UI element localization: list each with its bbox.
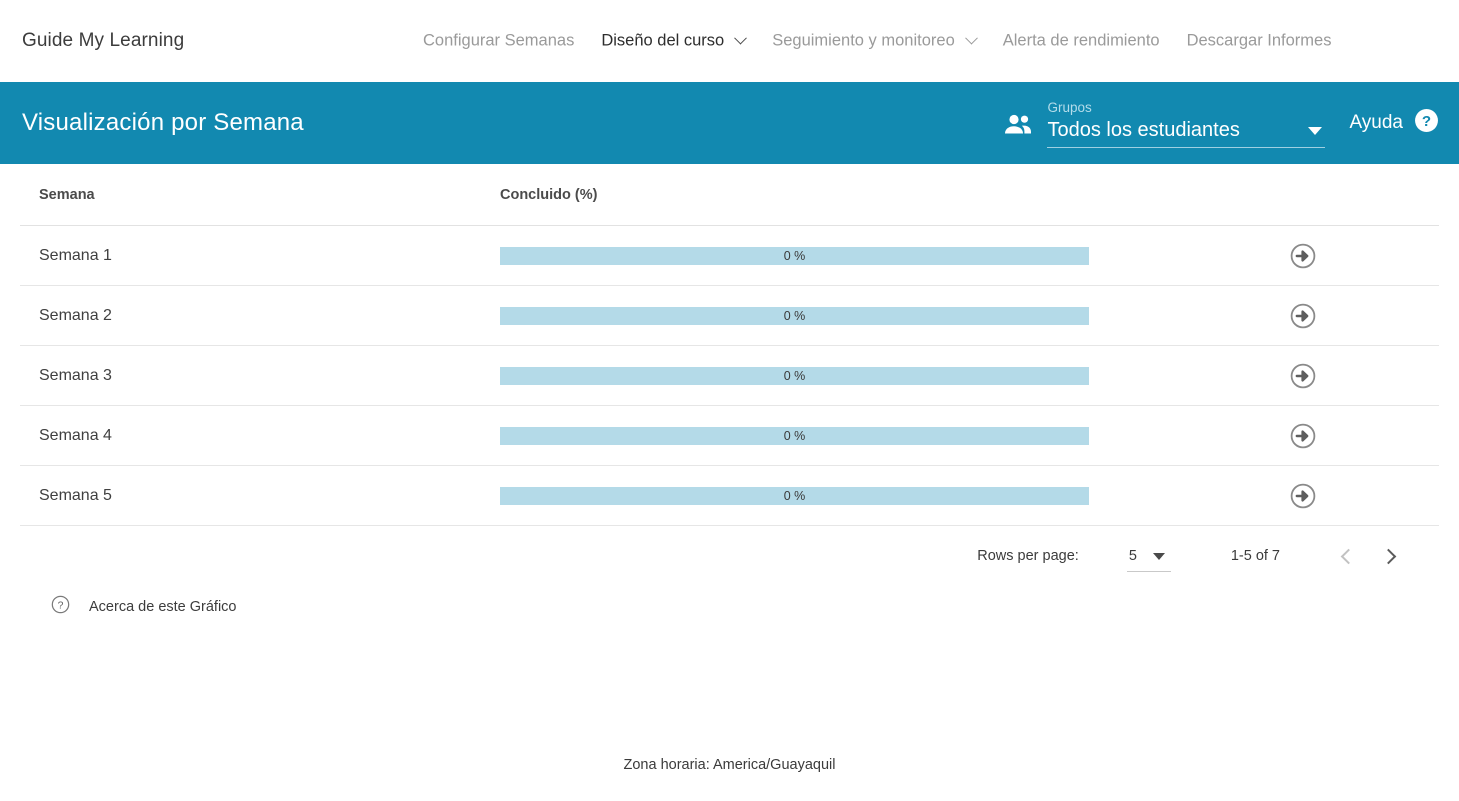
arrow-right-circle-icon[interactable] xyxy=(1290,483,1316,509)
groups-select-label: Grupos xyxy=(1047,99,1092,115)
help-label: Ayuda xyxy=(1349,112,1403,133)
table-row: Semana 1 0 % xyxy=(20,226,1439,286)
completion-bar-cell: 0 % xyxy=(500,426,1269,445)
svg-text:?: ? xyxy=(1422,113,1431,130)
nav-item-descargar-informes[interactable]: Descargar Informes xyxy=(1187,32,1332,51)
table-paginator: Rows per page: 5 1-5 of 7 xyxy=(20,526,1439,586)
nav-item-label: Seguimiento y monitoreo xyxy=(772,31,955,50)
about-chart-label: Acerca de este Gráfico xyxy=(89,599,237,615)
nav-item-alerta-de-rendimiento[interactable]: Alerta de rendimiento xyxy=(1003,32,1160,51)
nav-item-label: Alerta de rendimiento xyxy=(1002,31,1160,50)
help-circle-outline-icon: ? xyxy=(51,595,70,619)
table-row: Semana 3 0 % xyxy=(20,346,1439,406)
top-navigation-bar: Guide My Learning Configurar Semanas Dis… xyxy=(0,0,1459,82)
chevron-left-icon xyxy=(1340,548,1356,564)
chevron-down-icon xyxy=(964,31,978,45)
arrow-right-circle-icon[interactable] xyxy=(1290,423,1316,449)
nav-item-label: Diseño del curso xyxy=(601,31,725,50)
row-action-cell xyxy=(1269,243,1439,269)
previous-page-button[interactable] xyxy=(1328,536,1368,576)
groups-select[interactable]: Grupos Todos los estudiantes xyxy=(1047,99,1326,148)
chevron-right-icon xyxy=(1380,548,1396,564)
table-header-row: Semana Concluido (%) xyxy=(20,164,1439,226)
week-name: Semana 4 xyxy=(39,426,112,444)
dropdown-arrow-icon xyxy=(1308,126,1323,135)
row-action-cell xyxy=(1269,303,1439,329)
table-row: Semana 2 0 % xyxy=(20,286,1439,346)
app-brand-title: Guide My Learning xyxy=(22,30,185,51)
completion-bar-cell: 0 % xyxy=(500,246,1269,265)
progress-bar: 0 % xyxy=(500,426,1089,445)
arrow-right-circle-icon[interactable] xyxy=(1290,243,1316,269)
about-chart-link[interactable]: ? Acerca de este Gráfico xyxy=(51,595,1439,619)
column-header-week: Semana xyxy=(39,186,95,203)
progress-bar: 0 % xyxy=(500,246,1089,265)
footer-timezone: Zona horaria: America/Guayaquil xyxy=(623,757,836,773)
progress-bar: 0 % xyxy=(500,306,1089,325)
completion-bar-cell: 0 % xyxy=(500,366,1269,385)
progress-bar: 0 % xyxy=(500,366,1089,385)
dropdown-arrow-icon xyxy=(1152,552,1165,560)
week-name: Semana 1 xyxy=(39,246,112,264)
rows-per-page-select[interactable]: 5 xyxy=(1126,548,1171,572)
help-button[interactable]: Ayuda ? xyxy=(1349,108,1439,138)
progress-value-label: 0 % xyxy=(783,488,806,503)
nav-item-label: Configurar Semanas xyxy=(423,31,575,50)
week-name: Semana 2 xyxy=(39,306,112,324)
main-nav-items: Configurar Semanas Diseño del curso Segu… xyxy=(423,32,1331,51)
progress-value-label: 0 % xyxy=(783,368,806,383)
progress-value-label: 0 % xyxy=(783,248,806,263)
subheader-controls: Grupos Todos los estudiantes Ayuda ? xyxy=(1003,82,1439,164)
rows-per-page-label: Rows per page: xyxy=(977,548,1079,564)
arrow-right-circle-icon[interactable] xyxy=(1290,303,1316,329)
chevron-down-icon xyxy=(734,31,748,45)
progress-value-label: 0 % xyxy=(783,428,806,443)
page-subheader: Visualización por Semana Grupos Todos lo… xyxy=(0,82,1459,164)
rows-per-page-value: 5 xyxy=(1128,548,1137,564)
main-content: Semana Concluido (%) Semana 1 0 % Semana… xyxy=(0,164,1459,619)
nav-item-diseno-del-curso[interactable]: Diseño del curso xyxy=(601,31,748,51)
completion-bar-cell: 0 % xyxy=(500,486,1269,505)
week-name: Semana 3 xyxy=(39,366,112,384)
row-action-cell xyxy=(1269,423,1439,449)
column-header-completed: Concluido (%) xyxy=(500,186,598,203)
table-row: Semana 5 0 % xyxy=(20,466,1439,526)
weeks-table: Semana Concluido (%) Semana 1 0 % Semana… xyxy=(20,164,1439,586)
week-name: Semana 5 xyxy=(39,486,112,504)
people-icon xyxy=(1003,113,1033,137)
nav-item-label: Descargar Informes xyxy=(1186,31,1332,50)
nav-item-configurar-semanas[interactable]: Configurar Semanas xyxy=(423,32,574,51)
progress-value-label: 0 % xyxy=(783,308,806,323)
next-page-button[interactable] xyxy=(1368,536,1408,576)
table-row: Semana 4 0 % xyxy=(20,406,1439,466)
progress-bar: 0 % xyxy=(500,486,1089,505)
page-title: Visualización por Semana xyxy=(22,109,304,136)
nav-item-seguimiento-y-monitoreo[interactable]: Seguimiento y monitoreo xyxy=(772,31,978,51)
arrow-right-circle-icon[interactable] xyxy=(1290,363,1316,389)
groups-select-value: Todos los estudiantes xyxy=(1047,118,1240,141)
pagination-range-label: 1-5 of 7 xyxy=(1230,548,1280,564)
svg-text:?: ? xyxy=(58,601,64,612)
row-action-cell xyxy=(1269,483,1439,509)
row-action-cell xyxy=(1269,363,1439,389)
help-circle-icon: ? xyxy=(1414,108,1439,138)
completion-bar-cell: 0 % xyxy=(500,306,1269,325)
